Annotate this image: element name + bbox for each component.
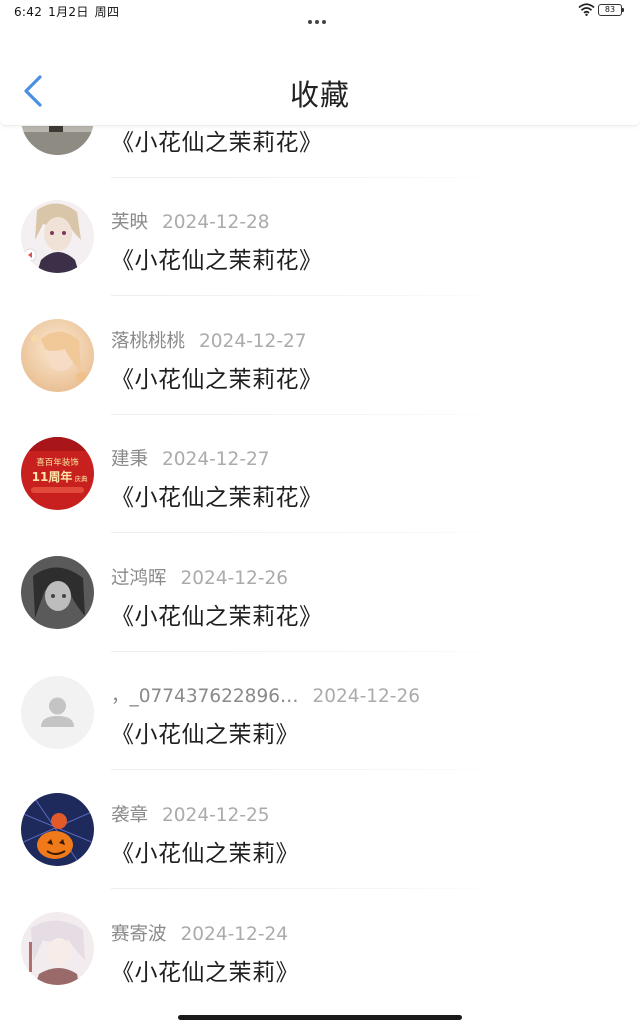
item-meta: 芙映 2024-12-28	[111, 208, 270, 234]
status-time: 6:42	[14, 5, 43, 19]
list-item[interactable]: 赛寄波 2024-12-24 《小花仙之茉莉》	[0, 890, 640, 1008]
collect-date: 2024-12-26	[180, 568, 289, 589]
more-dots-icon[interactable]	[308, 9, 332, 24]
badge-line2: 11周年	[32, 469, 73, 484]
user-avatar	[21, 200, 94, 273]
status-time-date: 6:42 1月2日 周四	[14, 3, 125, 20]
list-item[interactable]: ，_077437622896… 2024-12-26 《小花仙之茉莉》	[0, 652, 640, 770]
book-title: 《小花仙之茉莉》	[111, 841, 299, 867]
user-avatar	[21, 912, 94, 985]
user-name: 落桃桃桃	[111, 331, 186, 352]
collect-date: 2024-12-24	[180, 924, 289, 945]
book-title: 《小花仙之茉莉花》	[111, 248, 323, 274]
user-avatar: 喜百年装饰 11周年 庆典	[21, 437, 94, 510]
badge-line1: 喜百年装饰	[36, 457, 79, 468]
divider	[111, 532, 511, 533]
divider	[111, 769, 511, 770]
user-avatar	[21, 793, 94, 866]
item-meta: ，_077437622896… 2024-12-26	[111, 682, 420, 708]
list-item[interactable]: 喜百年装饰 11周年 庆典 建秉 2024-12-27 《小花仙之茉莉花》	[0, 415, 640, 533]
user-name: 赛寄波	[111, 924, 167, 945]
book-title: 《小花仙之茉莉花》	[111, 485, 323, 511]
user-name: 建秉	[111, 449, 149, 470]
book-title: 《小花仙之茉莉》	[111, 960, 299, 986]
status-weekday: 周四	[94, 5, 120, 19]
book-title: 《小花仙之茉莉花》	[111, 130, 323, 156]
page-title: 收藏	[289, 78, 350, 112]
badge-line3: 庆典	[75, 474, 89, 483]
user-name: 袭章	[111, 805, 149, 826]
collect-date: 2024-12-25	[162, 805, 270, 826]
wifi-icon	[578, 3, 595, 16]
list-item[interactable]: 芙映 2024-12-28 《小花仙之茉莉花》	[0, 178, 640, 296]
home-indicator[interactable]	[178, 1015, 462, 1020]
book-title: 《小花仙之茉莉花》	[111, 367, 323, 393]
page-header: 收藏	[0, 22, 640, 126]
list-item[interactable]: 过鸿晖 2024-12-26 《小花仙之茉莉花》	[0, 534, 640, 652]
book-title: 《小花仙之茉莉花》	[111, 604, 323, 630]
collect-date: 2024-12-27	[162, 449, 270, 470]
item-meta: 袭章 2024-12-25	[111, 801, 270, 827]
divider	[111, 888, 511, 889]
item-meta: 建秉 2024-12-27	[111, 445, 270, 471]
user-name: 过鸿晖	[111, 568, 167, 589]
collect-date: 2024-12-26	[312, 686, 421, 707]
user-name: ，_077437622896…	[111, 686, 299, 707]
battery-indicator: 83	[598, 4, 624, 16]
user-avatar	[21, 556, 94, 629]
status-date: 1月2日	[48, 5, 89, 19]
item-meta: 过鸿晖 2024-12-26	[111, 564, 288, 590]
divider	[111, 295, 511, 296]
status-bar: 6:42 1月2日 周四 83	[0, 0, 640, 24]
user-avatar	[21, 319, 94, 392]
item-meta: 落桃桃桃 2024-12-27	[111, 327, 307, 353]
item-meta: 赛寄波 2024-12-24	[111, 920, 288, 946]
list-item[interactable]: 落桃桃桃 2024-12-27 《小花仙之茉莉花》	[0, 297, 640, 415]
default-avatar	[21, 676, 94, 749]
book-title: 《小花仙之茉莉》	[111, 722, 299, 748]
user-placeholder-icon	[49, 697, 66, 715]
collect-date: 2024-12-27	[199, 331, 307, 352]
user-name: 芙映	[111, 212, 149, 233]
list-item[interactable]: 袭章 2024-12-25 《小花仙之茉莉》	[0, 771, 640, 889]
collect-date: 2024-12-28	[162, 212, 270, 233]
